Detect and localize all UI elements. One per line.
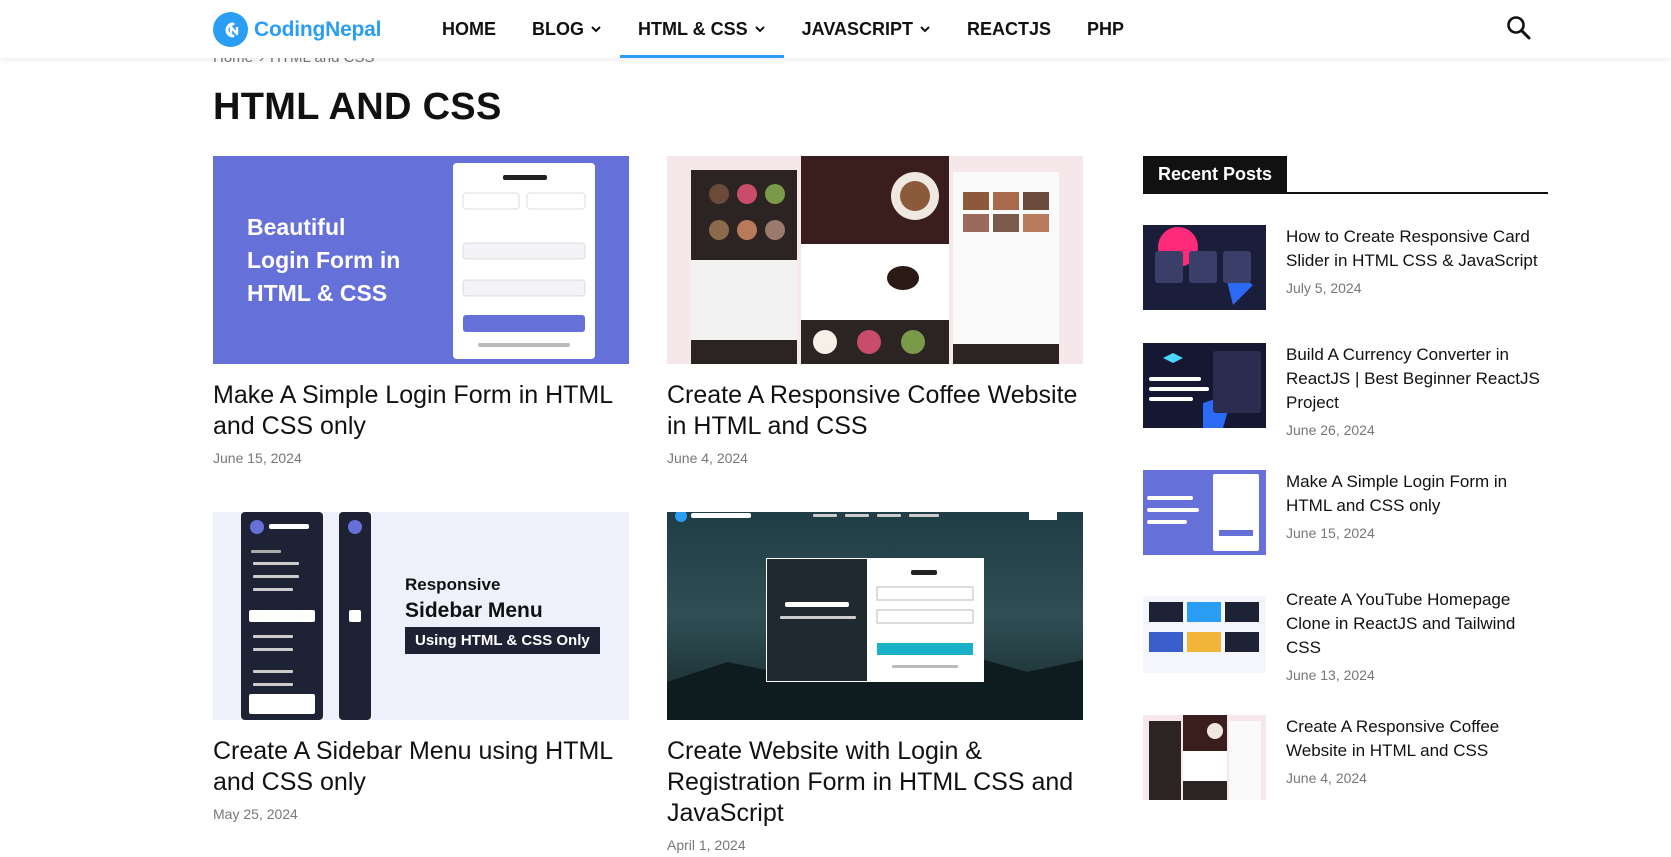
thumbnail-line: Responsive <box>405 575 501 594</box>
article-thumbnail[interactable]: Responsive Sidebar Menu Using HTML & CSS… <box>213 512 629 720</box>
recent-post-item: Build A Currency Converter in ReactJS | … <box>1143 343 1548 438</box>
recent-post-thumbnail[interactable] <box>1143 588 1266 673</box>
recent-post-title[interactable]: Build A Currency Converter in ReactJS | … <box>1286 343 1548 415</box>
recent-post-title[interactable]: How to Create Responsive Card Slider in … <box>1286 225 1548 273</box>
sidebar-heading-label: Recent Posts <box>1143 156 1288 193</box>
recent-post-body: Make A Simple Login Form in HTML and CSS… <box>1286 470 1548 555</box>
nav-label: HTML & CSS <box>638 18 748 39</box>
youtube-clone-thumbnail-art <box>1143 588 1266 652</box>
site-header: CodingNepal HOME BLOG HTML & CSS JAVASCR… <box>0 0 1671 58</box>
main-nav: HOME BLOG HTML & CSS JAVASCRIPT REACTJS … <box>424 0 1142 58</box>
article-date: June 4, 2024 <box>667 450 748 466</box>
thumbnail-line: Beautiful <box>247 214 346 240</box>
article-title[interactable]: Create Website with Login & Registration… <box>667 736 1083 829</box>
recent-post-body: Create A Responsive Coffee Website in HT… <box>1286 715 1548 800</box>
recent-post-date: July 5, 2024 <box>1286 280 1362 296</box>
search-icon[interactable] <box>1505 14 1533 42</box>
article-date: April 1, 2024 <box>667 837 746 853</box>
logo-mark-icon <box>213 12 248 47</box>
recent-post-date: June 4, 2024 <box>1286 770 1367 786</box>
article-date: May 25, 2024 <box>213 806 298 822</box>
nav-item-home[interactable]: HOME <box>424 0 514 58</box>
site-logo[interactable]: CodingNepal <box>213 12 381 47</box>
recent-post-date: June 26, 2024 <box>1286 422 1375 438</box>
nav-item-reactjs[interactable]: REACTJS <box>949 0 1069 58</box>
recent-post-item: Make A Simple Login Form in HTML and CSS… <box>1143 470 1548 555</box>
recent-post-title[interactable]: Make A Simple Login Form in HTML and CSS… <box>1286 470 1548 518</box>
recent-post-item: Create A Responsive Coffee Website in HT… <box>1143 715 1548 800</box>
recent-post-thumbnail[interactable] <box>1143 225 1266 310</box>
logo-text: CodingNepal <box>254 17 382 41</box>
article-thumbnail[interactable]: Beautiful Login Form in HTML & CSS <box>213 156 629 364</box>
recent-post-date: June 15, 2024 <box>1286 525 1375 541</box>
thumbnail-line: Using HTML & CSS Only <box>405 627 600 654</box>
recent-post-thumbnail[interactable] <box>1143 715 1266 800</box>
login-form-thumbnail-art <box>1147 474 1259 551</box>
recent-post-body: Build A Currency Converter in ReactJS | … <box>1286 343 1548 438</box>
nav-label: BLOG <box>532 18 584 39</box>
card-slider-thumbnail-art <box>1155 227 1253 305</box>
recent-posts-sidebar: Recent Posts How to Create Responsive Ca… <box>1143 156 1548 800</box>
article-card: Beautiful Login Form in HTML & CSS Make … <box>213 156 629 466</box>
nav-label: REACTJS <box>967 18 1052 39</box>
nav-label: PHP <box>1087 18 1125 39</box>
thumbnail-text: Responsive Sidebar Menu Using HTML & CSS… <box>405 575 600 654</box>
currency-converter-thumbnail-art <box>1149 351 1261 428</box>
recent-post-body: How to Create Responsive Card Slider in … <box>1286 225 1548 310</box>
recent-post-title[interactable]: Create A YouTube Homepage Clone in React… <box>1286 588 1548 660</box>
nav-item-javascript[interactable]: JAVASCRIPT <box>784 0 949 58</box>
nav-item-php[interactable]: PHP <box>1069 0 1142 58</box>
login-registration-illustration <box>667 512 1083 720</box>
thumbnail-line: Sidebar Menu <box>405 599 543 622</box>
article-date: June 15, 2024 <box>213 450 302 466</box>
nav-label: JAVASCRIPT <box>801 18 914 39</box>
nav-item-blog[interactable]: BLOG <box>514 0 620 58</box>
recent-post-date: June 13, 2024 <box>1286 667 1375 683</box>
nav-item-html-css[interactable]: HTML & CSS <box>620 0 784 58</box>
chevron-down-icon <box>920 26 930 33</box>
article-card: Responsive Sidebar Menu Using HTML & CSS… <box>213 512 629 822</box>
login-form-illustration <box>453 163 595 359</box>
recent-post-thumbnail[interactable] <box>1143 343 1266 428</box>
article-title[interactable]: Create A Responsive Coffee Website in HT… <box>667 380 1083 442</box>
recent-post-item: Create A YouTube Homepage Clone in React… <box>1143 588 1548 683</box>
recent-post-thumbnail[interactable] <box>1143 470 1266 555</box>
recent-post-title[interactable]: Create A Responsive Coffee Website in HT… <box>1286 715 1548 763</box>
coffee-website-illustration <box>691 156 1059 364</box>
page-title: HTML AND CSS <box>213 86 502 128</box>
article-card: Create A Responsive Coffee Website in HT… <box>667 156 1083 466</box>
article-title[interactable]: Make A Simple Login Form in HTML and CSS… <box>213 380 629 442</box>
chevron-down-icon <box>754 26 765 33</box>
chevron-down-icon <box>591 26 601 33</box>
coffee-website-thumbnail-art <box>1149 715 1261 800</box>
nav-label: HOME <box>442 18 496 39</box>
thumbnail-line: Login Form in <box>247 247 401 273</box>
thumbnail-line: HTML & CSS <box>247 280 388 306</box>
article-thumbnail[interactable] <box>667 512 1083 720</box>
sidebar-heading: Recent Posts <box>1143 156 1548 194</box>
article-title[interactable]: Create A Sidebar Menu using HTML and CSS… <box>213 736 629 798</box>
article-thumbnail[interactable] <box>667 156 1083 364</box>
recent-post-body: Create A YouTube Homepage Clone in React… <box>1286 588 1548 683</box>
recent-post-item: How to Create Responsive Card Slider in … <box>1143 225 1548 310</box>
article-card: Create Website with Login & Registration… <box>667 512 1083 853</box>
thumbnail-text: Beautiful Login Form in HTML & CSS <box>247 211 400 310</box>
